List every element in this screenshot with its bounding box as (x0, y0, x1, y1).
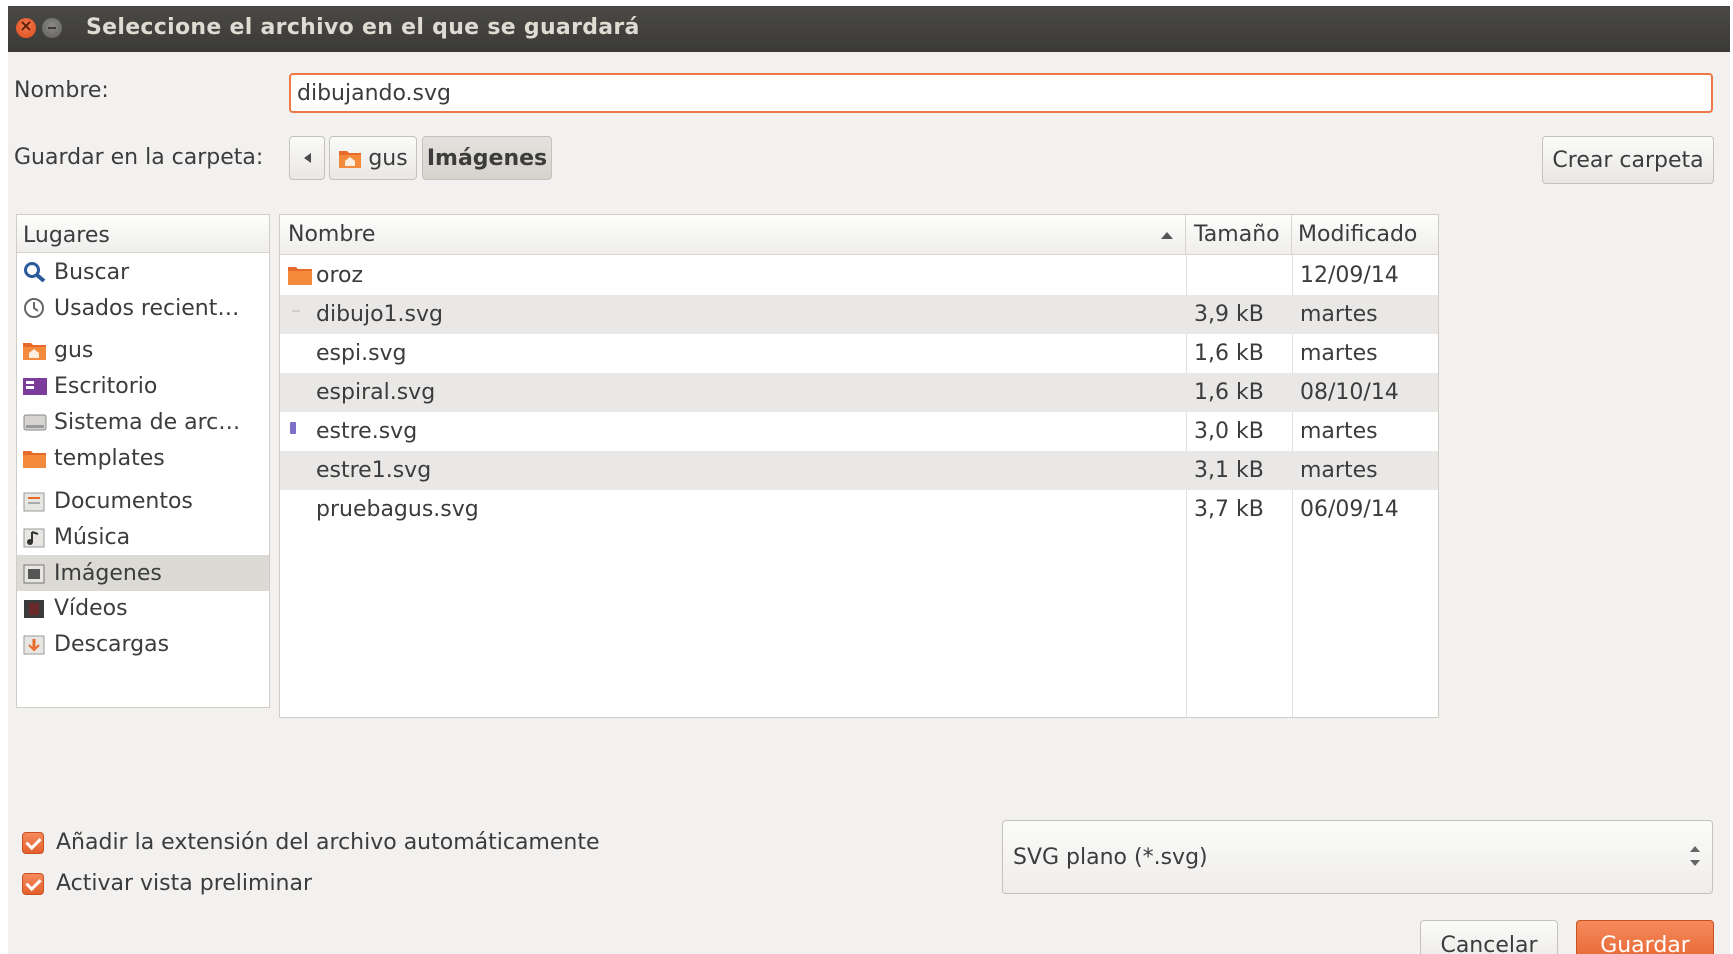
table-row[interactable]: estre.svg 3,0 kB martes (280, 412, 1438, 451)
search-icon (24, 262, 46, 283)
file-name: estre.svg (316, 419, 418, 444)
close-icon[interactable] (16, 16, 36, 38)
file-modified: martes (1300, 341, 1378, 366)
file-name-input[interactable] (289, 73, 1713, 113)
window-title: Seleccione el archivo en el que se guard… (86, 15, 640, 40)
file-list-header: Nombre Tamaño Modificado (280, 215, 1438, 255)
file-type-value: SVG plano (*.svg) (1013, 844, 1208, 870)
column-header-modificado[interactable]: Modificado (1292, 215, 1438, 255)
sidebar-item-label: Vídeos (54, 595, 128, 621)
breadcrumb-imagenes[interactable]: Imágenes (422, 136, 552, 180)
file-name: espi.svg (316, 341, 407, 366)
sidebar-item-musica[interactable]: Música (17, 519, 269, 555)
places-header: Lugares (17, 215, 269, 253)
minimize-icon[interactable] (42, 18, 62, 38)
file-size: 3,1 kB (1194, 458, 1264, 483)
table-row[interactable]: espi.svg 1,6 kB martes (280, 334, 1438, 373)
preview-checkbox[interactable] (22, 873, 44, 895)
auto-extension-checkbox[interactable] (22, 832, 44, 854)
folder-label: Guardar en la carpeta: (14, 145, 264, 170)
breadcrumb-gus-label: gus (368, 145, 408, 171)
breadcrumb-back-button[interactable] (289, 136, 325, 180)
column-header-label: Nombre (288, 222, 376, 247)
folder-icon (288, 267, 312, 285)
sidebar-item-sistema[interactable]: Sistema de arc… (17, 404, 269, 440)
preview-label: Activar vista preliminar (56, 871, 313, 896)
cancel-button[interactable]: Cancelar (1420, 920, 1558, 954)
sidebar-item-label: Documentos (54, 488, 193, 514)
file-size: 3,9 kB (1194, 302, 1264, 327)
downloads-icon (23, 635, 45, 655)
file-modified: martes (1300, 302, 1378, 327)
table-row[interactable]: estre1.svg 3,1 kB martes (280, 451, 1438, 490)
file-modified: martes (1300, 458, 1378, 483)
file-size: 3,7 kB (1194, 497, 1264, 522)
breadcrumb-imagenes-label: Imágenes (426, 145, 548, 171)
sidebar-item-label: Descargas (54, 631, 170, 657)
sidebar-item-videos[interactable]: Vídeos (17, 590, 269, 626)
documents-icon (23, 492, 45, 512)
drive-icon (23, 414, 47, 431)
file-name: espiral.svg (316, 380, 436, 405)
save-button[interactable]: Guardar (1576, 920, 1714, 954)
save-file-dialog: Seleccione el archivo en el que se guard… (8, 6, 1730, 954)
sidebar-item-recientes[interactable]: Usados recient… (17, 290, 269, 326)
table-row[interactable]: dibujo1.svg 3,9 kB martes (280, 295, 1438, 334)
svg-file-icon (290, 422, 296, 434)
home-folder-icon (339, 151, 362, 168)
music-icon (23, 528, 45, 548)
sidebar-item-descargas[interactable]: Descargas (17, 626, 269, 662)
breadcrumb-gus[interactable]: gus (329, 136, 417, 180)
table-row[interactable]: pruebagus.svg 3,7 kB 06/09/14 (280, 490, 1438, 529)
sidebar-item-label: Sistema de arc… (54, 409, 241, 435)
home-folder-icon (23, 343, 46, 360)
sidebar-item-documentos[interactable]: Documentos (17, 483, 269, 519)
sidebar-item-label: gus (54, 337, 94, 363)
pictures-icon (23, 564, 45, 584)
sidebar-item-imagenes[interactable]: Imágenes (17, 555, 269, 591)
sidebar-item-label: Buscar (54, 259, 130, 285)
recent-icon (24, 298, 44, 318)
table-row[interactable]: oroz 12/09/14 (280, 256, 1438, 295)
sidebar-item-gus[interactable]: gus (17, 332, 269, 368)
auto-extension-label: Añadir la extensión del archivo automáti… (56, 830, 600, 855)
file-list[interactable]: Nombre Tamaño Modificado oroz 12/09/14 d… (279, 214, 1439, 718)
column-header-nombre[interactable]: Nombre (280, 215, 1186, 255)
create-folder-button[interactable]: Crear carpeta (1542, 136, 1714, 184)
file-name: estre1.svg (316, 458, 432, 483)
desktop-icon (23, 378, 47, 395)
file-name: pruebagus.svg (316, 497, 479, 522)
file-size: 1,6 kB (1194, 380, 1264, 405)
file-modified: 12/09/14 (1300, 263, 1399, 288)
file-size: 3,0 kB (1194, 419, 1264, 444)
sidebar-item-label: Escritorio (54, 373, 158, 399)
folder-icon (23, 451, 46, 468)
sidebar-item-label: Música (54, 524, 131, 550)
sidebar-item-buscar[interactable]: Buscar (17, 254, 269, 290)
file-name: dibujo1.svg (316, 302, 443, 327)
table-row[interactable]: espiral.svg 1,6 kB 08/10/14 (280, 373, 1438, 412)
svg-file-icon (292, 310, 300, 312)
sidebar-item-label: Imágenes (54, 560, 162, 586)
videos-icon (24, 600, 44, 618)
file-modified: martes (1300, 419, 1378, 444)
file-name: oroz (316, 263, 364, 288)
sidebar-item-escritorio[interactable]: Escritorio (17, 368, 269, 404)
sort-ascending-icon (1161, 232, 1173, 239)
updown-arrows-icon (1690, 846, 1700, 868)
file-modified: 08/10/14 (1300, 380, 1399, 405)
places-sidebar: Lugares Buscar Usados recient… gus Escri… (16, 214, 270, 708)
file-size: 1,6 kB (1194, 341, 1264, 366)
file-type-select[interactable]: SVG plano (*.svg) (1002, 820, 1713, 894)
name-label: Nombre: (14, 78, 109, 103)
sidebar-item-label: Usados recient… (54, 295, 240, 321)
sidebar-item-label: templates (54, 445, 165, 471)
title-bar: Seleccione el archivo en el que se guard… (8, 6, 1730, 52)
column-header-tamano[interactable]: Tamaño (1186, 215, 1292, 255)
sidebar-item-templates[interactable]: templates (17, 440, 269, 476)
file-modified: 06/09/14 (1300, 497, 1399, 522)
